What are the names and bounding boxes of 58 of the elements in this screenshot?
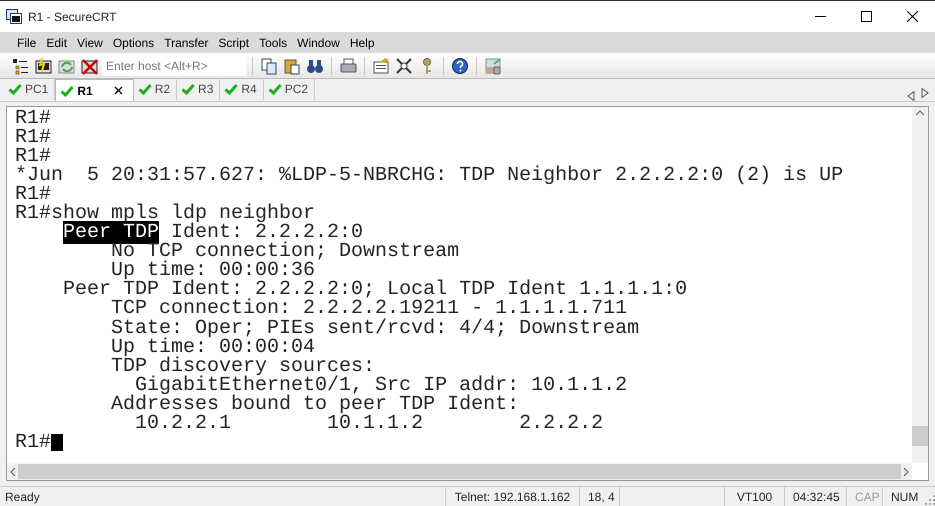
- menu-item[interactable]: View: [72, 32, 108, 53]
- terminal-line: Peer TDP Ident: 2.2.2.2:0; Local TDP Ident 1.1.1.1:0: [62, 280, 688, 300]
- terminal-line: R1#show mpls ldp neighbor: [15, 204, 316, 224]
- terminal-line: No TCP connection; Downstream: [110, 242, 460, 262]
- menu-item[interactable]: Transfer: [159, 32, 214, 53]
- host-field[interactable]: Enter host <Alt+R>: [102, 56, 246, 76]
- scroll-right-icon[interactable]: [921, 88, 929, 98]
- print-icon[interactable]: [338, 56, 358, 76]
- terminal-line: R1#: [15, 185, 52, 204]
- terminal-line: TCP connection: 2.2.2.2.19211 - 1.1.1.1.711: [110, 299, 628, 319]
- properties-icon[interactable]: [371, 56, 391, 76]
- status-text: VT100: [724, 487, 784, 506]
- window-title: R1 - SecureCRT: [28, 8, 118, 26]
- menu-item[interactable]: Tools: [254, 32, 292, 53]
- terminal-line: GigabitEthernet0/1, Src IP addr: 10.1.1.2: [135, 376, 628, 395]
- scrollbar-thumb[interactable]: [912, 426, 928, 446]
- copy-icon[interactable]: [259, 56, 279, 76]
- secure-file-icon[interactable]: [483, 56, 503, 76]
- terminal-line: *Jun 5 20:31:57.627: %LDP-5-NBRCHG: TDP Neighbor 2.2.2.2:0 (2) is UP: [15, 166, 844, 186]
- terminal-line: 10.2.2.1 10.1.1.2 2.2.2.2: [134, 414, 604, 433]
- status-text: Ready: [4, 489, 41, 506]
- close-tab-icon[interactable]: [114, 86, 123, 95]
- scroll-right-icon[interactable]: [903, 468, 909, 476]
- scroll-left-icon[interactable]: [907, 91, 915, 101]
- terminal-line: R1#: [15, 128, 52, 148]
- terminal-line: R1#: [15, 147, 52, 166]
- scroll-left-icon[interactable]: [10, 468, 16, 476]
- maximize-icon: [860, 11, 872, 22]
- terminal-line: Up time: 00:00:04: [110, 338, 316, 357]
- terminal-line: Peer TDP Ident: 2.2.2.2:0: [62, 223, 364, 242]
- close-icon: [906, 11, 918, 22]
- menu-item[interactable]: Edit: [41, 32, 72, 53]
- tab[interactable]: R2: [134, 78, 178, 100]
- menu-item[interactable]: Options: [108, 32, 160, 53]
- menu-item[interactable]: Script: [213, 32, 254, 53]
- terminal-line: R1#: [15, 109, 52, 128]
- terminal-line: State: Oper; PIEs sent/rcvd: 4/4; Downstream: [110, 318, 640, 338]
- status-text: 04:32:45: [784, 487, 846, 506]
- status-text: CAP: [846, 487, 882, 506]
- menu-item[interactable]: File: [12, 32, 42, 53]
- terminal-line: TDP discovery sources:: [110, 356, 376, 376]
- scroll-up-icon[interactable]: [916, 110, 924, 116]
- vertical-scrollbar[interactable]: [912, 107, 928, 463]
- tab[interactable]: PC2: [264, 78, 316, 100]
- terminal-line: R1#: [15, 432, 52, 452]
- tab[interactable]: R3: [177, 78, 220, 100]
- terminal-line: Up time: 00:00:36: [110, 261, 316, 280]
- tools-icon[interactable]: [394, 56, 414, 76]
- tab[interactable]: R1: [55, 79, 134, 101]
- status-text: NUM: [882, 487, 922, 506]
- status-text: Telnet: 192.168.1.162: [445, 487, 579, 506]
- status-text: 18, 4: [579, 487, 619, 506]
- terminal-line: Addresses bound to peer TDP Ident:: [110, 394, 520, 414]
- lightning-terminal-icon[interactable]: [33, 56, 53, 76]
- tab[interactable]: R4: [220, 78, 264, 100]
- help-icon[interactable]: [450, 56, 470, 76]
- menu-item[interactable]: Window: [292, 32, 345, 53]
- menu-item[interactable]: Help: [344, 32, 380, 53]
